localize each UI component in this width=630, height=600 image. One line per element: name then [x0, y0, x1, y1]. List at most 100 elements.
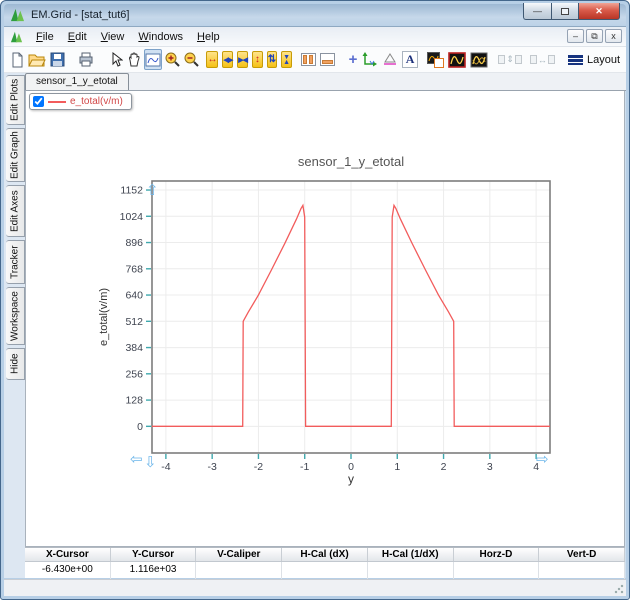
open-file-button[interactable]	[27, 49, 47, 70]
y-tick-label: 768	[125, 263, 143, 275]
y-tick-label: 640	[125, 290, 143, 302]
maximize-icon	[561, 7, 569, 15]
x-compress-icon: ▶◀	[238, 56, 248, 64]
mdi-minimize-button[interactable]: –	[567, 29, 584, 43]
window-title: EM.Grid - [stat_tut6]	[31, 9, 130, 21]
split-horizontal-icon	[319, 53, 335, 66]
split-horizontal-button[interactable]	[319, 49, 336, 70]
pan-x-button[interactable]: ◀▶	[222, 51, 234, 68]
mdi-close-button[interactable]: x	[605, 29, 622, 43]
hand-icon	[129, 52, 140, 67]
sidebar-tab-tracker[interactable]: Tracker	[6, 240, 25, 284]
y-tick-label: 896	[125, 237, 143, 249]
toolbar: ↔ ◀▶ ▶◀ ↕ ⇅ ▼ ▲ + A ⇕ ↔ Layout	[4, 47, 626, 73]
pan-down-arrow-icon: ⇩	[144, 454, 157, 471]
title-bar[interactable]: EM.Grid - [stat_tut6] — ✕	[4, 3, 626, 27]
pan-tool-button[interactable]	[126, 49, 142, 70]
zoom-in-button[interactable]	[164, 49, 181, 70]
pan-up-arrow-icon: ⇧	[146, 182, 159, 199]
y-pan-icon: ⇅	[267, 54, 277, 65]
menu-file[interactable]: File	[29, 29, 61, 45]
zoom-out-icon	[184, 52, 200, 67]
overlay-plot-icon	[426, 51, 444, 68]
menu-view[interactable]: View	[94, 29, 132, 45]
fft-plot-button[interactable]	[447, 49, 467, 70]
expand-x-button[interactable]: ↔	[206, 51, 219, 68]
text-tool-icon: A	[401, 51, 419, 68]
pointer-icon	[112, 52, 124, 67]
sidebar-tab-edit-graph[interactable]: Edit Graph	[6, 128, 25, 182]
menu-edit[interactable]: Edit	[61, 29, 94, 45]
menu-windows[interactable]: Windows	[131, 29, 190, 45]
zoom-out-button[interactable]	[183, 49, 200, 70]
mdi-restore-button[interactable]: ⧉	[586, 29, 603, 43]
x-tick-label: -3	[207, 461, 216, 473]
overlay-plot-button[interactable]	[426, 49, 445, 70]
zoom-in-icon	[165, 52, 181, 67]
legend-line-sample	[48, 100, 66, 103]
status-col-header: Horz-D	[454, 548, 540, 561]
split-vertical-button[interactable]	[300, 49, 317, 70]
y-expand-icon: ↕	[254, 54, 260, 65]
align-horizontal-icon: ↔	[529, 55, 555, 65]
layout-button[interactable]: Layout	[568, 54, 620, 66]
app-window: EM.Grid - [stat_tut6] — ✕ File Edit View…	[0, 0, 630, 600]
x-pan-icon: ◀▶	[223, 56, 233, 64]
x-tick-label: 1	[394, 461, 400, 473]
caliper-tool-button[interactable]	[381, 49, 399, 70]
plot-panel: e_total(v/m) -4 -3 -2 -1 0 1 2 3 4 0 128 256 384 512 6…	[25, 91, 625, 547]
caliper-icon	[383, 53, 396, 65]
print-icon	[79, 52, 93, 67]
chart[interactable]: -4 -3 -2 -1 0 1 2 3 4012825638451264076889610241…	[92, 150, 572, 495]
compress-x-button[interactable]: ▶◀	[237, 51, 248, 68]
align-horizontal-button[interactable]: ↔	[529, 49, 555, 70]
resize-grip-icon[interactable]	[614, 584, 624, 594]
y-tick-label: 1152	[120, 185, 143, 197]
pointer-tool-button[interactable]	[110, 49, 124, 70]
sidebar-tab-edit-plots[interactable]: Edit Plots	[6, 75, 25, 125]
status-value-cell: -6.430e+00	[25, 562, 111, 579]
new-file-button[interactable]	[10, 49, 25, 70]
pan-right-arrow-icon: ⇨	[536, 451, 549, 468]
zoom-region-tool-button[interactable]	[144, 49, 163, 70]
tab-sensor-1-y-etotal[interactable]: sensor_1_y_etotal	[25, 73, 129, 90]
axes-icon	[362, 52, 377, 67]
plot-legend: e_total(v/m)	[29, 93, 132, 110]
align-vertical-button[interactable]: ⇕	[498, 49, 522, 70]
status-value-cell	[539, 562, 625, 579]
compress-y-button[interactable]: ▼ ▲	[281, 51, 292, 68]
menu-help[interactable]: Help	[190, 29, 227, 45]
sidebar-tab-workspace[interactable]: Workspace	[6, 287, 25, 345]
axes-tool-button[interactable]	[361, 49, 379, 70]
pan-left-arrow-icon: ⇦	[130, 451, 143, 468]
status-col-header: H-Cal (dX)	[282, 548, 368, 561]
cursor-status-table: X-Cursor Y-Cursor V-Caliper H-Cal (dX) H-Cal…	[25, 547, 625, 579]
pan-y-button[interactable]: ⇅	[266, 51, 278, 68]
x-tick-label: -1	[300, 461, 309, 473]
status-col-header: Vert-D	[539, 548, 625, 561]
sidebar-tab-edit-axes[interactable]: Edit Axes	[6, 185, 25, 237]
save-button[interactable]	[49, 49, 66, 70]
layout-label: Layout	[587, 53, 621, 66]
spectrum-plot-button[interactable]	[469, 49, 489, 70]
minimize-button[interactable]: —	[523, 3, 551, 20]
text-annotation-button[interactable]: A	[401, 49, 420, 70]
legend-checkbox[interactable]	[33, 96, 44, 107]
fft-plot-icon	[447, 51, 466, 68]
print-button[interactable]	[77, 49, 95, 70]
status-col-header: V-Caliper	[196, 548, 283, 561]
app-logo-icon	[10, 8, 25, 22]
align-vertical-icon: ⇕	[498, 54, 522, 65]
legend-label: e_total(v/m)	[70, 96, 123, 107]
status-col-header: Y-Cursor	[111, 548, 197, 561]
chart-title: sensor_1_y_etotal	[298, 154, 404, 169]
x-tick-label: -4	[161, 461, 170, 473]
close-button[interactable]: ✕	[578, 3, 620, 20]
status-col-header: X-Cursor	[25, 548, 111, 561]
crosshair-tool-button[interactable]: +	[347, 49, 359, 70]
sidebar-tab-hide[interactable]: Hide	[6, 348, 25, 380]
maximize-button[interactable]	[551, 3, 578, 20]
status-value-cell	[368, 562, 454, 579]
expand-y-button[interactable]: ↕	[252, 51, 263, 68]
crosshair-icon: +	[348, 51, 358, 68]
